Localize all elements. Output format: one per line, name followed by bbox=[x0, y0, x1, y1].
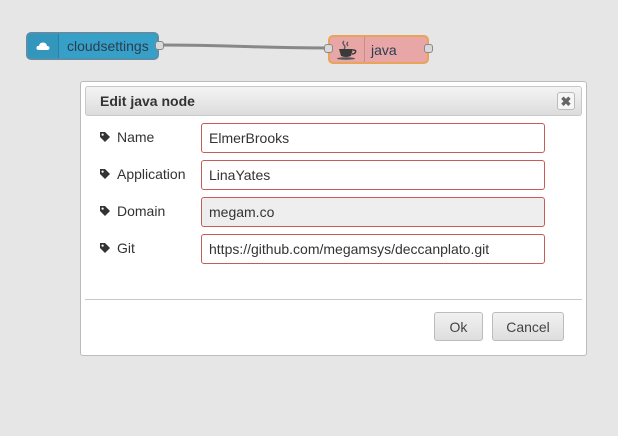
node-label: java bbox=[371, 41, 397, 58]
field-label: Git bbox=[117, 240, 135, 256]
field-label: Name bbox=[117, 129, 155, 145]
cloudsettings-node[interactable]: cloudsettings bbox=[26, 32, 159, 60]
dialog-title: Edit java node bbox=[100, 93, 195, 109]
domain-input[interactable] bbox=[201, 197, 545, 227]
close-button[interactable]: ✖ bbox=[557, 92, 575, 110]
java-cup-icon bbox=[330, 37, 365, 62]
field-label: Domain bbox=[117, 203, 166, 219]
cancel-button[interactable]: Cancel bbox=[492, 312, 564, 341]
output-port[interactable] bbox=[424, 44, 433, 53]
divider bbox=[85, 299, 582, 300]
dialog-header: Edit java node ✖ bbox=[85, 86, 582, 116]
name-input[interactable] bbox=[201, 123, 545, 153]
tag-icon bbox=[100, 243, 110, 253]
git-input[interactable] bbox=[201, 234, 545, 264]
ok-button[interactable]: Ok bbox=[434, 312, 483, 341]
node-label: cloudsettings bbox=[67, 38, 149, 54]
close-icon: ✖ bbox=[560, 93, 572, 109]
tag-icon bbox=[100, 132, 110, 142]
java-node[interactable]: java bbox=[328, 35, 429, 64]
input-port[interactable] bbox=[324, 44, 333, 53]
tag-icon bbox=[100, 169, 110, 179]
edit-node-dialog: Edit java node ✖ Name Application Domain bbox=[80, 81, 587, 356]
tag-icon bbox=[100, 206, 110, 216]
application-input[interactable] bbox=[201, 160, 545, 190]
cloud-icon bbox=[28, 34, 59, 58]
output-port[interactable] bbox=[155, 41, 164, 50]
field-label: Application bbox=[117, 166, 186, 182]
